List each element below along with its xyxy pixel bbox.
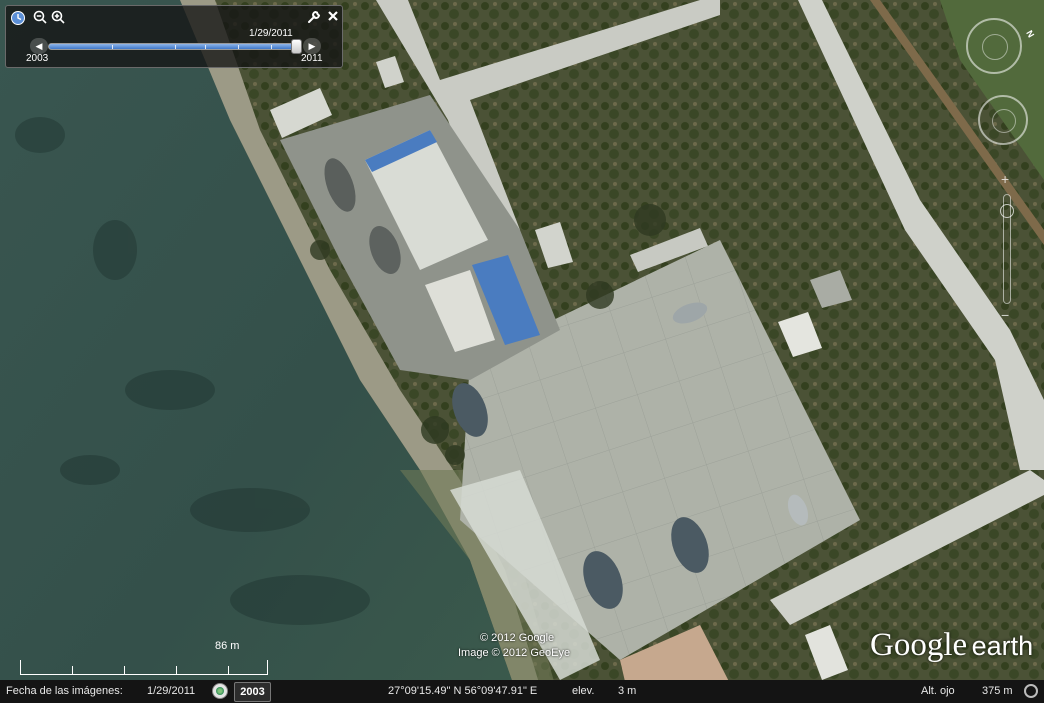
status-bar: Fecha de las imágenes: 1/29/2011 2003 27… [0,680,1044,703]
satellite-map[interactable] [0,0,1044,703]
logo-google-text: Google [870,627,968,663]
imagery-date-value: 1/29/2011 [147,685,196,697]
look-navigation-ring[interactable] [966,18,1022,74]
next-date-button[interactable]: ▶ [303,38,321,54]
slider-tick [205,45,207,49]
close-icon[interactable] [325,10,341,26]
zoom-slider-knob[interactable] [1000,204,1014,218]
eye-altitude-value: 375 m [982,685,1013,697]
year-button[interactable]: 2003 [234,682,271,702]
zoom-minus-icon[interactable]: − [1001,308,1009,322]
slider-tick [270,45,272,49]
clock-icon[interactable] [10,10,26,26]
coordinates-readout: 27°09'15.49" N 56°09'47.91" E [388,685,538,697]
logo-earth-text: earth [971,631,1034,661]
time-slider-handle[interactable] [290,39,302,54]
history-clock-icon[interactable] [212,683,228,699]
elevation-value: 3 m [618,685,637,697]
slider-tick [175,45,176,49]
zoom-slider-icon[interactable]: + − [998,170,1016,328]
end-year-label: 2011 [301,53,323,64]
zoom-out-icon[interactable] [32,10,48,26]
previous-date-button[interactable]: ◀ [30,38,48,54]
current-imagery-date: 1/29/2011 [249,28,293,39]
time-slider-fill [49,44,296,49]
scale-label: 86 m [215,640,240,652]
google-earth-logo: Google earth [870,627,1033,664]
start-year-label: 2003 [26,53,49,64]
streaming-status-icon [1024,684,1038,698]
eye-altitude-label: Alt. ojo [921,685,955,697]
elevation-label: elev. [572,685,595,697]
slider-tick [112,45,113,49]
zoom-in-icon[interactable] [50,10,66,26]
scale-bar: 86 m [20,640,270,676]
google-copyright: © 2012 Google [480,632,555,644]
imagery-date-label: Fecha de las imágenes: [6,685,123,697]
zoom-plus-icon[interactable]: + [1001,172,1009,186]
imagery-copyright: Image © 2012 GeoEye [458,647,571,659]
time-slider-track[interactable] [48,43,302,50]
historical-imagery-timebar: 1/29/2011 ◀ ▶ 2003 2011 [5,5,343,68]
move-navigation-ring[interactable] [978,95,1028,145]
slider-tick [238,45,239,49]
wrench-icon[interactable] [306,10,322,26]
